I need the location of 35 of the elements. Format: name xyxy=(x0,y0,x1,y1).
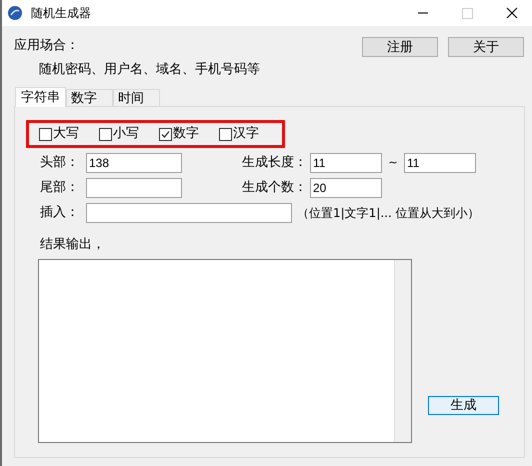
option-checkbox[interactable]: 小写 xyxy=(99,124,139,144)
option-checkbox[interactable]: 数字 xyxy=(159,124,199,144)
tail-field[interactable] xyxy=(86,178,182,198)
tail-label: 尾部： xyxy=(40,179,80,198)
length-min-field[interactable]: 11 xyxy=(310,153,382,173)
checkbox[interactable] xyxy=(39,128,52,140)
globe-icon xyxy=(7,5,23,21)
close-icon[interactable] xyxy=(506,7,518,19)
option-checkbox[interactable]: 大写 xyxy=(39,124,79,144)
insert-label: 插入： xyxy=(40,204,80,222)
usage-description: 随机密码、用户名、域名、手机号码等 xyxy=(39,60,260,78)
tab[interactable]: 数字 xyxy=(66,89,113,107)
scrollbar[interactable] xyxy=(394,260,411,442)
usage-label: 应用场合： xyxy=(14,37,80,55)
tab[interactable]: 时间 xyxy=(113,89,160,107)
count-field[interactable]: 20 xyxy=(310,178,382,198)
header-button[interactable]: 关于 xyxy=(448,37,524,57)
output-label: 结果输出， xyxy=(40,236,106,254)
checkbox[interactable] xyxy=(159,128,172,140)
insert-hint: （位置1|文字1|... 位置从大到小） xyxy=(297,205,480,222)
range-separator: ~ xyxy=(387,154,399,171)
length-max-field[interactable]: 11 xyxy=(404,153,476,173)
checkbox[interactable] xyxy=(219,128,232,140)
head-label: 头部： xyxy=(40,154,80,172)
option-checkbox[interactable]: 汉字 xyxy=(219,124,259,144)
head-field[interactable]: 138 xyxy=(86,153,182,173)
count-label: 生成个数： xyxy=(242,179,308,198)
window-title: 随机生成器 xyxy=(31,5,91,22)
generate-button[interactable]: 生成 xyxy=(428,396,499,414)
insert-field[interactable] xyxy=(86,203,292,223)
tab[interactable]: 字符串 xyxy=(15,87,66,107)
length-label: 生成长度： xyxy=(242,154,308,172)
check-icon xyxy=(161,130,170,138)
header-button[interactable]: 注册 xyxy=(362,37,438,57)
checkbox[interactable] xyxy=(99,128,112,140)
